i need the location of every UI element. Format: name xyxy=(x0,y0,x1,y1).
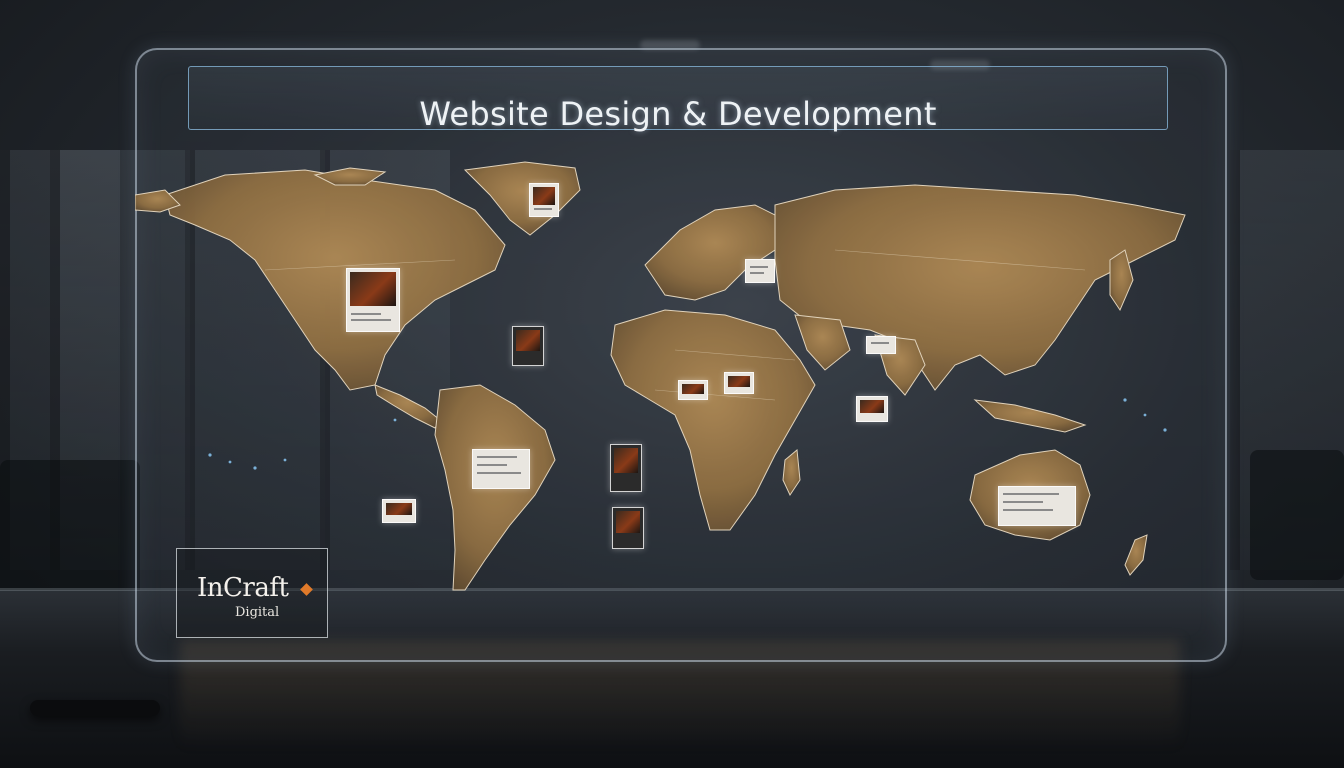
website-thumbnail[interactable] xyxy=(678,380,708,400)
page-title: Website Design & Development xyxy=(419,95,937,133)
website-thumbnail[interactable] xyxy=(512,326,544,366)
landmass-madagascar xyxy=(782,449,801,497)
office-chair xyxy=(1250,450,1344,580)
logo-name: InCraft xyxy=(197,573,289,603)
landmass-indonesia xyxy=(973,399,1087,433)
website-thumbnail[interactable] xyxy=(610,444,642,492)
website-thumbnail[interactable] xyxy=(998,486,1076,526)
website-thumbnail[interactable] xyxy=(724,372,754,394)
website-thumbnail[interactable] xyxy=(866,336,896,354)
logo-tagline: Digital xyxy=(235,605,280,620)
title-bar: Website Design & Development xyxy=(188,66,1168,133)
brand-logo: InCraft Digital xyxy=(176,548,328,638)
website-thumbnail[interactable] xyxy=(472,449,530,489)
website-thumbnail[interactable] xyxy=(346,268,400,332)
website-thumbnail[interactable] xyxy=(745,259,775,283)
website-thumbnail[interactable] xyxy=(612,507,644,549)
continent-europe xyxy=(644,204,786,301)
desk-remote xyxy=(30,700,160,716)
website-thumbnail[interactable] xyxy=(382,499,416,523)
continent-north-america xyxy=(164,169,506,391)
office-chair xyxy=(0,460,140,600)
logo-diamond-icon xyxy=(300,583,313,596)
landmass-new-zealand xyxy=(1124,534,1148,576)
continent-africa xyxy=(610,309,816,531)
website-thumbnail[interactable] xyxy=(529,183,559,217)
website-thumbnail[interactable] xyxy=(856,396,888,422)
continent-central-america xyxy=(374,384,441,429)
